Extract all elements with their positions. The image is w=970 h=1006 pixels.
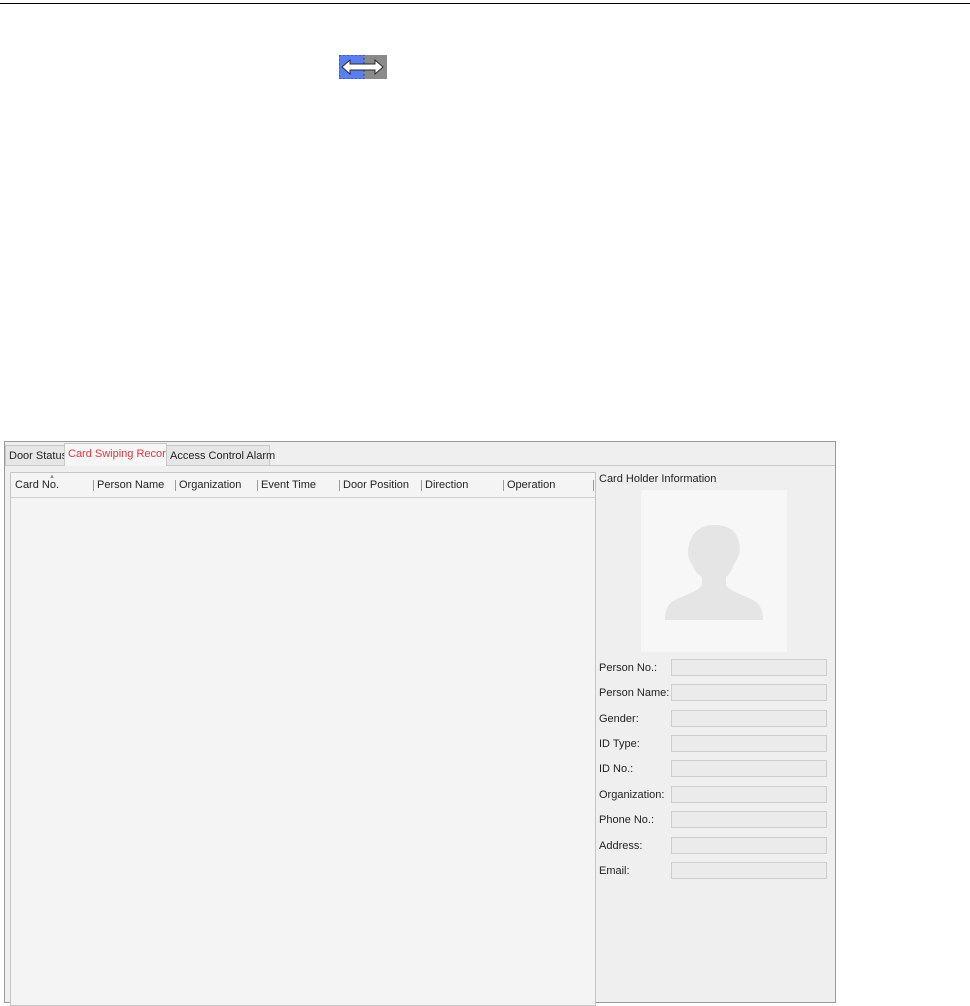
swiping-record-table: Card No. ▲ Person Name Organization Even… <box>10 472 596 1006</box>
access-control-panel: Door Status Card Swiping Record Access C… <box>4 441 836 1006</box>
tab-bar: Door Status Card Swiping Record Access C… <box>5 442 835 466</box>
column-event-time[interactable]: Event Time <box>261 473 316 497</box>
column-door-position[interactable]: Door Position <box>343 473 409 497</box>
column-divider[interactable] <box>257 480 258 491</box>
label-gender: Gender: <box>599 713 639 725</box>
email-field <box>671 862 827 879</box>
table-header: Card No. ▲ Person Name Organization Even… <box>11 473 595 498</box>
card-holder-title: Card Holder Information <box>599 473 717 485</box>
label-id-type: ID Type: <box>599 738 640 750</box>
label-id-no: ID No.: <box>599 763 634 775</box>
column-divider[interactable] <box>421 480 422 491</box>
column-divider[interactable] <box>503 480 504 491</box>
gender-field <box>671 710 827 727</box>
label-person-name: Person Name: <box>599 687 670 699</box>
tab-access-control-alarm[interactable]: Access Control Alarm <box>166 445 275 465</box>
sort-ascending-icon: ▲ <box>49 474 55 480</box>
tab-card-swiping-record[interactable]: Card Swiping Record <box>64 443 172 466</box>
column-person-name[interactable]: Person Name <box>97 473 164 497</box>
column-organization[interactable]: Organization <box>179 473 241 497</box>
address-field <box>671 837 827 854</box>
label-organization: Organization: <box>599 789 665 801</box>
label-address: Address: <box>599 840 643 852</box>
top-divider <box>0 3 970 4</box>
organization-field <box>671 786 827 803</box>
column-divider[interactable] <box>175 480 176 491</box>
person-silhouette-icon <box>665 525 763 620</box>
id-no-field <box>671 760 827 777</box>
phone-no-field <box>671 811 827 828</box>
label-person-no: Person No.: <box>599 662 658 674</box>
double-arrow-icon[interactable] <box>339 55 387 79</box>
column-divider[interactable] <box>93 480 94 491</box>
column-divider[interactable] <box>339 480 340 491</box>
person-name-field <box>671 684 827 701</box>
id-type-field <box>671 735 827 752</box>
tab-door-status[interactable]: Door Status <box>5 445 67 465</box>
person-no-field <box>671 659 827 676</box>
person-photo <box>641 490 787 652</box>
column-divider[interactable] <box>593 480 594 491</box>
label-email: Email: <box>599 865 630 877</box>
label-phone-no: Phone No.: <box>599 814 655 826</box>
column-direction[interactable]: Direction <box>425 473 468 497</box>
column-operation[interactable]: Operation <box>507 473 555 497</box>
